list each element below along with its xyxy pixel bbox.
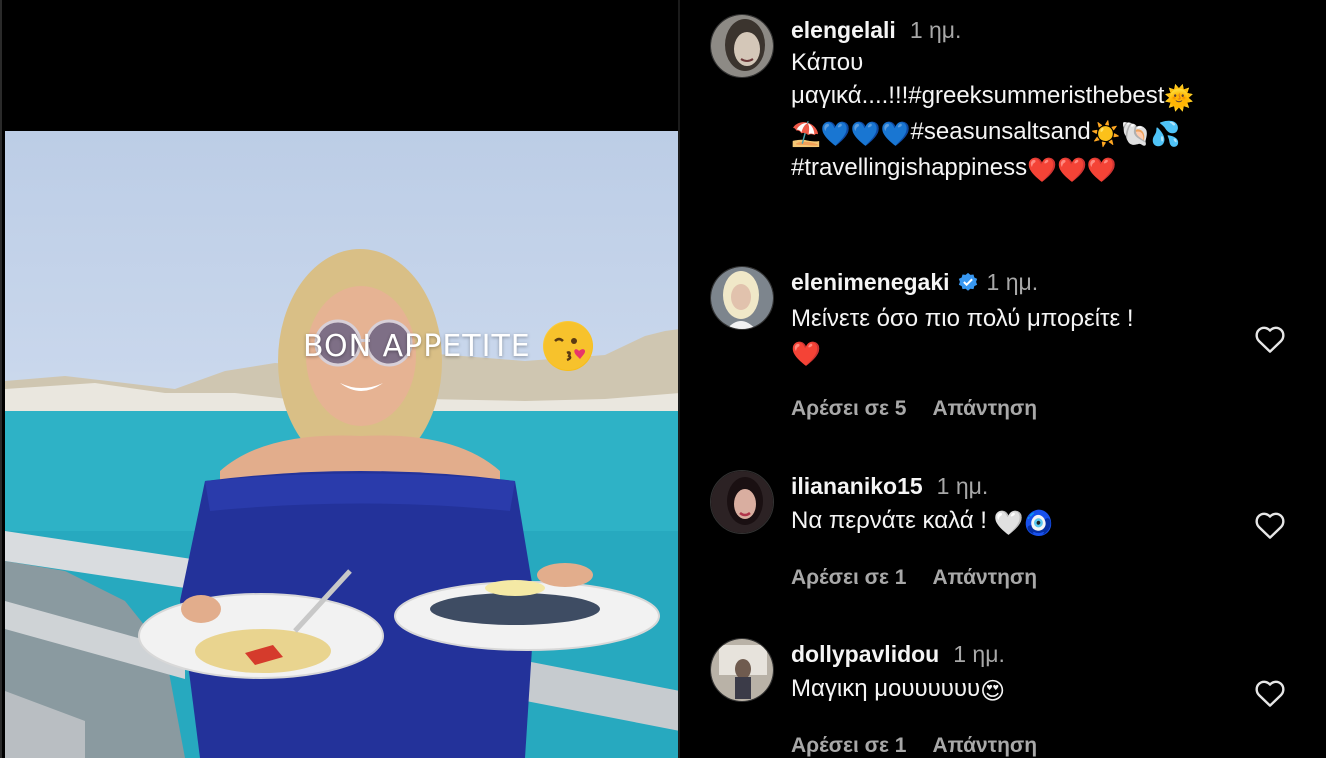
like-heart-icon[interactable] (1254, 324, 1286, 354)
blue-hearts-emoji-icon: 💙💙💙 (820, 121, 911, 148)
heart-eyes-emoji-icon: 😍 (980, 678, 1006, 705)
comment-body: dollypavlidou 1 ημ. Μαγικη μουυυυυυ😍 Αρέ… (791, 638, 1281, 758)
reply-button[interactable]: Απάντηση (932, 397, 1037, 421)
red-hearts-emoji-icon: ❤️❤️❤️ (1027, 157, 1117, 184)
comment-body: iliananiko15 1 ημ. Να περνάτε καλά ! 🤍🧿 … (791, 470, 1281, 590)
caption-line: Κάπου (791, 49, 864, 76)
beach-umbrella-emoji-icon: ⛱️ (791, 121, 821, 148)
caption-line: ⛱️💙💙💙#seasunsaltsand☀️🐚💦 (791, 115, 1281, 151)
timestamp[interactable]: 1 ημ. (910, 17, 962, 44)
comments-pane[interactable]: elengelali 1 ημ. Κάπου μαγικά....!!!#gre… (680, 0, 1326, 758)
story-overlay-text: BON APPETITE (303, 321, 593, 371)
media-pane: BON APPETITE (0, 0, 680, 758)
likes-count-link[interactable]: Αρέσει σε 1 (791, 734, 906, 758)
comment-line: Μείνετε όσο πιο πολύ μπορείτε ! (791, 305, 1134, 332)
caption-line: #travellingishappiness❤️❤️❤️ (791, 151, 1281, 187)
comment-meta: elengelali 1 ημ. (791, 14, 1281, 46)
comment-actions: Αρέσει σε 1 Απάντηση (791, 734, 1281, 758)
timestamp[interactable]: 1 ημ. (937, 473, 989, 500)
likes-count-link[interactable]: Αρέσει σε 5 (791, 397, 906, 421)
avatar[interactable] (710, 470, 774, 534)
white-heart-emoji-icon: 🤍 (993, 510, 1024, 537)
caption-hashtag[interactable]: #seasunsaltsand (911, 118, 1091, 145)
comment-actions: Αρέσει σε 5 Απάντηση (791, 397, 1281, 421)
comment-line: Να περνάτε καλά ! (791, 507, 987, 534)
comment-text: Να περνάτε καλά ! 🤍🧿 (791, 504, 1281, 540)
sun-shell-droplets-emoji-icon: ☀️🐚💦 (1090, 121, 1181, 148)
kiss-emoji-icon (542, 321, 593, 371)
username[interactable]: iliananiko15 (791, 473, 923, 500)
overlay-caption: BON APPETITE (303, 328, 531, 364)
username[interactable]: elenimenegaki (791, 269, 950, 296)
comment-line: ❤️ (791, 335, 1281, 371)
post-photo[interactable]: BON APPETITE (5, 131, 680, 758)
comment-meta: iliananiko15 1 ημ. (791, 470, 1281, 502)
evil-eye-emoji-icon: 🧿 (1023, 510, 1054, 537)
avatar[interactable] (710, 638, 774, 702)
caption-line: μαγικά....!!!#greeksummeristhebest🌞 (791, 79, 1281, 115)
red-heart-emoji-icon: ❤️ (791, 341, 821, 368)
caption-hashtag[interactable]: #travellingishappiness (791, 154, 1027, 181)
timestamp[interactable]: 1 ημ. (953, 641, 1005, 668)
avatar[interactable] (710, 266, 774, 330)
comment-body: elengelali 1 ημ. Κάπου μαγικά....!!!#gre… (791, 14, 1281, 187)
comment-body: elenimenegaki 1 ημ. Μείνετε όσο πιο πολύ… (791, 266, 1281, 421)
caption-hashtag[interactable]: μαγικά....!!!#greeksummeristhebest (791, 82, 1164, 109)
comment-meta: dollypavlidou 1 ημ. (791, 638, 1281, 670)
comment-line: Μαγικη μουυυυυυ (791, 675, 981, 702)
caption-text: Κάπου μαγικά....!!!#greeksummeristhebest… (791, 46, 1281, 187)
comment-meta: elenimenegaki 1 ημ. (791, 266, 1281, 298)
reply-button[interactable]: Απάντηση (932, 734, 1037, 758)
likes-count-link[interactable]: Αρέσει σε 1 (791, 566, 906, 590)
verified-badge-icon (958, 272, 977, 291)
comment-text: Μαγικη μουυυυυυ😍 (791, 672, 1281, 708)
photo-scene (5, 249, 680, 758)
username[interactable]: dollypavlidou (791, 641, 939, 668)
like-heart-icon[interactable] (1254, 510, 1286, 540)
like-heart-icon[interactable] (1254, 678, 1286, 708)
reply-button[interactable]: Απάντηση (932, 566, 1037, 590)
username[interactable]: elengelali (791, 17, 896, 44)
comment-text: Μείνετε όσο πιο πολύ μπορείτε ! ❤️ (791, 302, 1281, 371)
avatar[interactable] (710, 14, 774, 78)
timestamp[interactable]: 1 ημ. (987, 269, 1039, 296)
sunflower-emoji-icon: 🌞 (1164, 85, 1195, 112)
instagram-post-view: BON APPETITE elengelali 1 ημ. Κάπου μαγι… (0, 0, 1326, 758)
comment-actions: Αρέσει σε 1 Απάντηση (791, 566, 1281, 590)
